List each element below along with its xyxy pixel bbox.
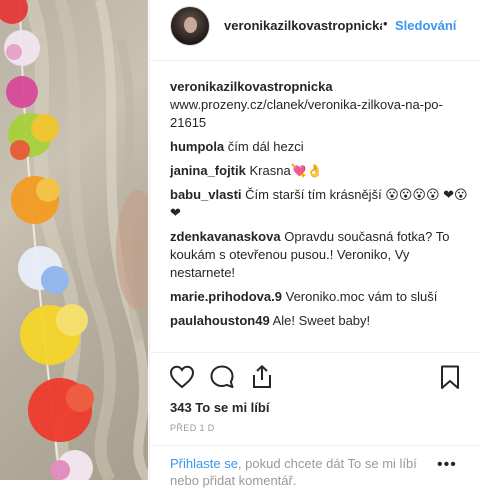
post-photo: [0, 0, 148, 480]
profile-photo-icon[interactable]: [170, 6, 210, 46]
comment-item: veronikazilkovastropnicka www.prozeny.cz…: [170, 78, 470, 132]
post-header: veronikazilkovastropnicka • Sledování: [150, 0, 480, 61]
login-bar: Přihlaste se, pokud chcete dát To se mi …: [150, 445, 480, 488]
login-link[interactable]: Přihlaste se: [170, 456, 238, 471]
comment-item: zdenkavanaskova Opravdu současná fotka? …: [170, 228, 470, 282]
follow-button[interactable]: Sledování: [395, 18, 456, 33]
comment-text: Veroniko.moc vám to sluší: [285, 289, 438, 304]
flower-lei-photo-icon: [0, 0, 148, 480]
comment-item: marie.prihodova.9 Veroniko.moc vám to sl…: [170, 288, 470, 306]
comment-item: humpola čím dál hezci: [170, 138, 470, 156]
separator-dot: •: [383, 16, 388, 31]
comment-username[interactable]: janina_fojtik: [170, 163, 246, 178]
more-options-icon[interactable]: •••: [437, 456, 457, 474]
comment-icon[interactable]: [208, 363, 236, 391]
comment-text: Krasna💘👌: [249, 163, 324, 178]
post-actions: 343 To se mi líbí PŘED 1 D Přihlaste se,…: [150, 352, 480, 488]
comment-text: čím dál hezci: [227, 139, 304, 154]
likes-count[interactable]: 343 To se mi líbí: [170, 400, 269, 415]
comment-item: janina_fojtik Krasna💘👌: [170, 162, 470, 180]
comment-text: Ale! Sweet baby!: [272, 313, 371, 328]
comment-username[interactable]: zdenkavanaskova: [170, 229, 281, 244]
post-timestamp: PŘED 1 D: [170, 423, 215, 433]
bookmark-icon[interactable]: [436, 363, 464, 391]
comment-username[interactable]: paulahouston49: [170, 313, 270, 328]
comment-username[interactable]: humpola: [170, 139, 224, 154]
share-icon[interactable]: [248, 363, 276, 391]
post-side-panel: veronikazilkovastropnicka • Sledování ve…: [149, 0, 480, 488]
comment-username[interactable]: marie.prihodova.9: [170, 289, 282, 304]
comment-username[interactable]: babu_vlasti: [170, 187, 242, 202]
post-username[interactable]: veronikazilkovastropnicka: [224, 18, 382, 33]
comment-text: www.prozeny.cz/clanek/veronika-zilkova-n…: [170, 97, 443, 130]
heart-icon[interactable]: [168, 363, 196, 391]
avatar-face: [184, 17, 197, 33]
login-prompt: Přihlaste se, pokud chcete dát To se mi …: [170, 455, 420, 489]
comments-list: veronikazilkovastropnicka www.prozeny.cz…: [170, 78, 470, 336]
comment-item: babu_vlasti Čím starší tím krásnější 😮😮😮…: [170, 186, 470, 222]
comment-item: paulahouston49 Ale! Sweet baby!: [170, 312, 470, 330]
comment-username[interactable]: veronikazilkovastropnicka: [170, 79, 333, 94]
